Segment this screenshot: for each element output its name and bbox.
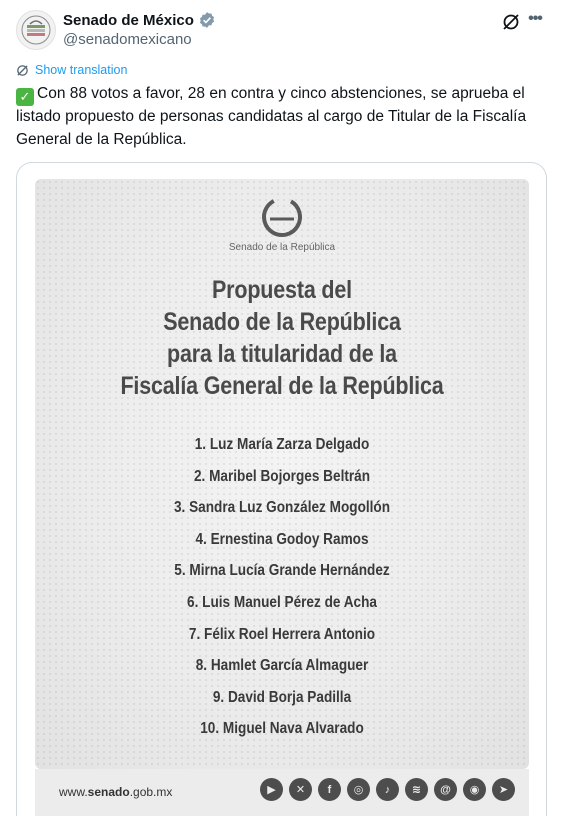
candidate-item: 8. Hamlet García Almaguer xyxy=(195,657,369,675)
site-url: www.senado.gob.mx xyxy=(59,785,172,799)
account-handle[interactable]: @senadomexicano xyxy=(63,31,216,48)
spotify-icon: ≋ xyxy=(405,778,428,801)
candidate-item: 3. Sandra Luz González Mogollón xyxy=(173,499,391,517)
grok-icon[interactable] xyxy=(501,12,521,32)
poster-title-line: Propuesta del xyxy=(212,276,352,304)
podcast-icon: ◉ xyxy=(463,778,486,801)
check-mark-icon: ✓ xyxy=(16,88,34,106)
x-icon: ✕ xyxy=(289,778,312,801)
candidate-item: 10. Miguel Nava Alvarado xyxy=(200,720,364,738)
candidate-item: 5. Mirna Lucía Grande Hernández xyxy=(174,562,390,580)
poster-title-line: Senado de la República xyxy=(163,308,401,336)
facebook-icon: f xyxy=(318,778,341,801)
candidate-list: 1. Luz María Zarza Delgado 2. Maribel Bo… xyxy=(35,429,529,745)
social-icons: ▶ ✕ f ◎ ♪ ≋ @ ◉ ➤ xyxy=(260,778,515,801)
tweet-header: Senado de México @senadomexicano ••• xyxy=(16,10,547,50)
account-avatar[interactable] xyxy=(16,10,56,50)
instagram-icon: ◎ xyxy=(347,778,370,801)
logo-caption: Senado de la República xyxy=(228,242,336,253)
candidate-item: 2. Maribel Bojorges Beltrán xyxy=(193,467,371,485)
translate-icon xyxy=(17,64,28,76)
tweet-image[interactable]: Senado de la República Propuesta del Sen… xyxy=(16,162,547,816)
poster-title-line: Fiscalía General de la República xyxy=(120,372,444,400)
site-url-suffix: .gob.mx xyxy=(129,785,173,799)
more-options-icon[interactable]: ••• xyxy=(523,10,547,32)
tweet-body: Con 88 votos a favor, 28 en contra y cin… xyxy=(16,85,527,148)
senate-logo: Senado de la República xyxy=(35,195,529,253)
poster: Senado de la República Propuesta del Sen… xyxy=(35,179,529,769)
tiktok-icon: ♪ xyxy=(376,778,399,801)
candidate-item: 1. Luz María Zarza Delgado xyxy=(194,436,370,453)
poster-footer: www.senado.gob.mx ▶ ✕ f ◎ ♪ ≋ @ ◉ ➤ xyxy=(35,769,529,816)
telegram-icon: ➤ xyxy=(492,778,515,801)
poster-title: Propuesta del Senado de la República par… xyxy=(70,274,495,402)
senate-logo-icon xyxy=(262,197,302,237)
tweet-text: ✓ Con 88 votos a favor, 28 en contra y ci… xyxy=(16,83,546,151)
show-translation-link[interactable]: Show translation xyxy=(16,63,127,77)
threads-icon: @ xyxy=(434,778,457,801)
display-name[interactable]: Senado de México xyxy=(63,12,194,29)
site-url-prefix: www. xyxy=(59,785,88,799)
candidate-item: 4. Ernestina Godoy Ramos xyxy=(195,530,369,548)
candidate-item: 9. David Borja Padilla xyxy=(212,688,352,706)
youtube-icon: ▶ xyxy=(260,778,283,801)
verified-badge-icon[interactable] xyxy=(198,11,216,29)
candidate-item: 6. Luis Manuel Pérez de Acha xyxy=(187,593,377,611)
candidate-item: 7. Félix Roel Herrera Antonio xyxy=(188,625,376,643)
poster-title-line: para la titularidad de la xyxy=(167,340,397,368)
site-url-domain: senado xyxy=(87,785,130,799)
show-translation-label: Show translation xyxy=(35,63,128,77)
senate-seal-icon xyxy=(21,15,51,45)
